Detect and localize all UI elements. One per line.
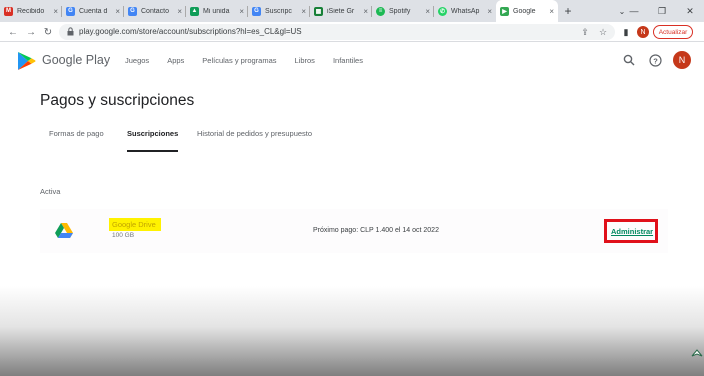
google-play-icon: ▶ [500, 6, 509, 16]
google-icon: G [252, 6, 261, 16]
url-text: play.google.com/store/account/subscripti… [79, 27, 302, 36]
close-icon[interactable]: × [549, 7, 554, 16]
maximize-icon[interactable]: ❐ [648, 0, 676, 22]
google-drive-icon [55, 223, 73, 238]
subscription-size: 100 GB [112, 232, 135, 239]
play-header: Google Play Juegos Apps Películas y prog… [0, 42, 704, 78]
tab-label: Google [513, 7, 536, 15]
spotify-icon: ≡ [376, 6, 385, 16]
drive-icon: ▲ [190, 6, 199, 16]
nav-item-libros[interactable]: Libros [295, 56, 315, 65]
browser-tab[interactable]: G Suscripc × [248, 0, 310, 22]
search-icon[interactable] [622, 53, 636, 67]
browser-tab-active[interactable]: ▶ Google × [496, 0, 558, 22]
tab-label: Cuenta d [79, 7, 108, 15]
browser-tab-strip: M Recibido × G Cuenta d × G Contacto × ▲… [0, 0, 704, 22]
tab-label: Mi unida [203, 7, 230, 15]
close-icon[interactable]: × [239, 7, 244, 16]
tab-label: Suscripc [265, 7, 292, 15]
google-icon: G [128, 6, 137, 16]
close-icon[interactable]: × [177, 7, 182, 16]
tab-label: Spotify [389, 7, 411, 15]
window-controls: — ❐ ✕ [620, 0, 704, 22]
browser-tab[interactable]: ✆ WhatsAp × [434, 0, 496, 22]
update-button[interactable]: Actualizar [653, 25, 693, 39]
share-icon[interactable]: ⇪ [579, 26, 591, 38]
nav-item-infantiles[interactable]: Infantiles [333, 56, 363, 65]
tab-label: Contacto [141, 7, 170, 15]
help-icon[interactable]: ? [648, 53, 662, 67]
whatsapp-icon: ✆ [438, 6, 447, 16]
gmail-icon: M [4, 6, 13, 16]
browser-tab[interactable]: ≡ Spotify × [372, 0, 434, 22]
svg-text:?: ? [653, 56, 658, 65]
minimize-icon[interactable]: — [620, 0, 648, 22]
account-avatar[interactable]: N [673, 51, 691, 69]
manage-link[interactable]: Administrar [611, 227, 653, 236]
nav-item-juegos[interactable]: Juegos [125, 56, 149, 65]
profile-avatar[interactable]: N [637, 26, 649, 38]
browser-toolbar: ← → ↻ play.google.com/store/account/subs… [0, 22, 704, 42]
back-icon[interactable]: ← [6, 25, 20, 39]
close-icon[interactable]: × [487, 7, 492, 16]
reload-icon[interactable]: ↻ [41, 25, 55, 39]
close-icon[interactable]: × [301, 7, 306, 16]
lock-icon [67, 27, 74, 36]
tab-label: WhatsAp [451, 7, 480, 15]
active-tab-indicator [127, 150, 178, 152]
brand-name[interactable]: Google Play [42, 53, 110, 67]
close-icon[interactable]: × [363, 7, 368, 16]
close-window-icon[interactable]: ✕ [676, 0, 704, 22]
overlay-corner-icon [691, 349, 703, 357]
nav-item-peliculas[interactable]: Películas y programas [202, 56, 276, 65]
calendar-icon: ▦ [314, 6, 323, 16]
main-nav: Juegos Apps Películas y programas Libros… [125, 56, 381, 65]
tab-formas-de-pago[interactable]: Formas de pago [49, 129, 104, 138]
subscription-name: Google Drive [112, 220, 156, 229]
google-icon: G [66, 6, 75, 16]
section-label: Activa [40, 187, 61, 196]
next-payment-text: Próximo pago: CLP 1.400 el 14 oct 2022 [313, 227, 439, 234]
nav-item-apps[interactable]: Apps [167, 56, 184, 65]
tab-historial[interactable]: Historial de pedidos y presupuesto [197, 129, 312, 138]
page-title: Pagos y suscripciones [40, 92, 195, 109]
tab-suscripciones[interactable]: Suscripciones [127, 129, 178, 138]
browser-tab[interactable]: ▦ iSiete Gr × [310, 0, 372, 22]
forward-icon[interactable]: → [24, 25, 38, 39]
new-tab-button[interactable]: + [558, 0, 578, 22]
bookmark-star-icon[interactable]: ☆ [597, 26, 609, 38]
close-icon[interactable]: × [115, 7, 120, 16]
browser-tab[interactable]: ▲ Mi unida × [186, 0, 248, 22]
close-icon[interactable]: × [425, 7, 430, 16]
browser-tab[interactable]: G Cuenta d × [62, 0, 124, 22]
side-panel-icon[interactable]: ▮ [619, 25, 633, 39]
bottom-shadow [0, 286, 704, 376]
address-bar[interactable]: play.google.com/store/account/subscripti… [59, 24, 615, 40]
close-icon[interactable]: × [53, 7, 58, 16]
tab-label: Recibido [17, 7, 45, 15]
tab-label: iSiete Gr [327, 7, 355, 15]
browser-tab[interactable]: G Contacto × [124, 0, 186, 22]
browser-tab[interactable]: M Recibido × [0, 0, 62, 22]
google-play-logo-icon[interactable] [17, 51, 36, 71]
